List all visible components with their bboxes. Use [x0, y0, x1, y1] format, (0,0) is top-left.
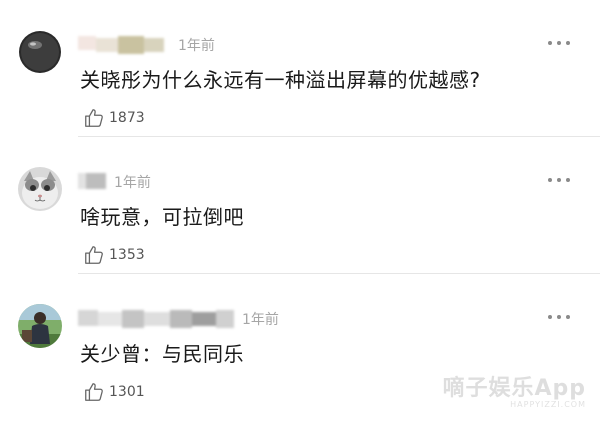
more-options-icon[interactable] [548, 314, 570, 320]
watermark-text: 嘀子娱乐App [442, 376, 586, 401]
like-count: 1873 [109, 110, 145, 126]
comment-time: 1年前 [114, 175, 151, 191]
comment-text: 关晓彤为什么永远有一种溢出屏幕的优越感? [80, 68, 481, 92]
comment-list-page: 1年前 关晓彤为什么永远有一种溢出屏幕的优越感? 1873 1年前 啥玩意，可拉… [0, 0, 600, 426]
thumbs-up-icon [85, 109, 103, 127]
like-button[interactable]: 1301 [83, 380, 145, 404]
user-avatar[interactable] [18, 304, 62, 348]
like-count: 1353 [109, 247, 145, 263]
more-options-icon[interactable] [548, 40, 570, 46]
username-blurred[interactable] [78, 308, 236, 328]
like-count: 1301 [109, 384, 145, 400]
comment-time: 1年前 [178, 38, 215, 54]
like-button[interactable]: 1353 [83, 243, 145, 267]
comment-item: 1年前 关晓彤为什么永远有一种溢出屏幕的优越感? 1873 [0, 0, 600, 137]
comment-text: 啥玩意，可拉倒吧 [80, 205, 244, 229]
blurred-username-mosaic [78, 310, 234, 328]
thumbs-up-icon [85, 383, 103, 401]
more-options-icon[interactable] [548, 177, 570, 183]
cat-avatar-icon [18, 167, 62, 211]
blurred-username-mosaic [78, 173, 106, 189]
user-avatar[interactable] [18, 30, 62, 74]
blurred-username-mosaic [78, 36, 164, 54]
like-button[interactable]: 1873 [83, 106, 145, 130]
outdoor-person-avatar-icon [18, 304, 62, 348]
username-blurred[interactable] [78, 171, 108, 191]
app-watermark: 嘀子娱乐App HAPPYIZZI.COM [442, 370, 586, 409]
comment-item: 1年前 啥玩意，可拉倒吧 1353 [0, 137, 600, 274]
thumbs-up-icon [85, 246, 103, 264]
comment-text: 关少曾：与民同乐 [80, 342, 244, 366]
user-avatar[interactable] [18, 167, 62, 211]
dark-sphere-avatar-icon [18, 30, 62, 74]
comment-time: 1年前 [242, 312, 279, 328]
username-blurred[interactable] [78, 34, 168, 54]
